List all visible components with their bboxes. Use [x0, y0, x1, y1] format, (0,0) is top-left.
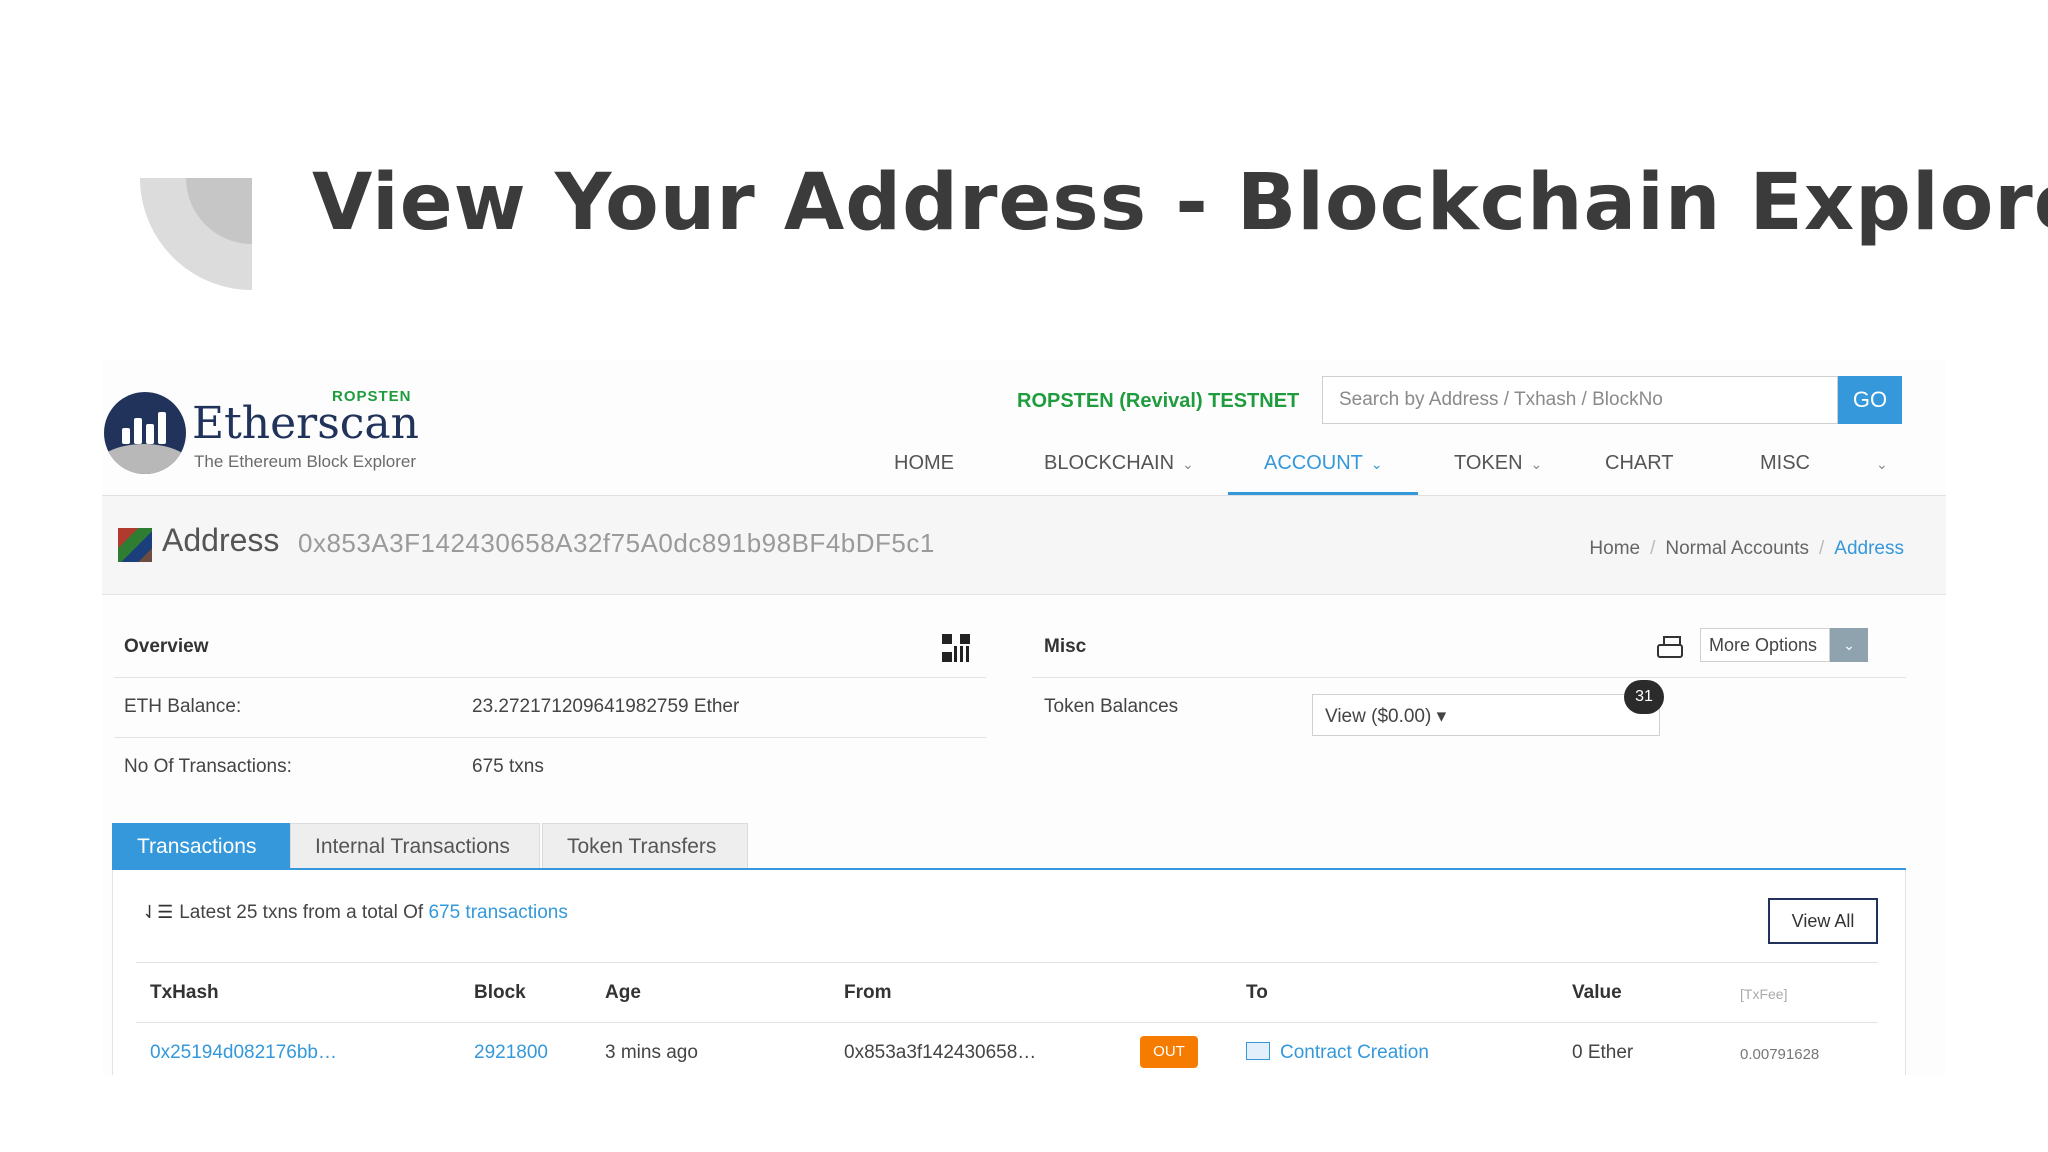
divider [136, 962, 1878, 963]
nav-blockchain-label: BLOCKCHAIN [1044, 452, 1175, 474]
chevron-down-icon: ⌄ [1370, 456, 1383, 472]
address-identicon-icon [118, 528, 152, 562]
nav-chart-label: CHART [1605, 452, 1674, 474]
divider [136, 1022, 1878, 1023]
chevron-down-icon: ⌄ [1182, 456, 1194, 472]
sort-icon: ⇃☰ [142, 902, 174, 922]
token-balance-dropdown[interactable]: View ($0.00) ▾ [1312, 694, 1660, 736]
breadcrumb: Home / Normal Accounts / Address [1589, 538, 1904, 559]
eth-balance-value: 23.272171209641982759 Ether [472, 696, 740, 717]
nav-misc[interactable]: MISC [1760, 452, 1810, 475]
token-balances-label: Token Balances [1044, 696, 1179, 717]
divider [114, 677, 986, 678]
from-address[interactable]: 0x853a3f142430658… [844, 1042, 1036, 1064]
tx-count-value: 675 txns [472, 756, 544, 777]
column-header-block: Block [474, 982, 526, 1003]
column-header-from: From [844, 982, 892, 1003]
print-icon[interactable] [1657, 636, 1683, 658]
nav-account-label: ACCOUNT [1264, 452, 1363, 474]
breadcrumb-address: Address [1834, 538, 1904, 559]
tab-internal-transactions[interactable]: Internal Transactions [290, 823, 540, 869]
nav-misc-label: MISC [1760, 452, 1810, 474]
transactions-summary: ⇃☰ Latest 25 txns from a total Of 675 tra… [142, 902, 568, 924]
slide-decoration [140, 178, 252, 290]
divider [1032, 677, 1906, 678]
tx-fee: 0.00791628 [1740, 1046, 1820, 1063]
nav-account[interactable]: ACCOUNT ⌄ [1264, 452, 1383, 475]
main-nav: HOME BLOCKCHAIN ⌄ ACCOUNT ⌄ TOKEN ⌄ CHART M… [102, 434, 1946, 494]
nav-token-label: TOKEN [1454, 452, 1523, 474]
address-header: Address 0x853A3F142430658A32f75A0dc891b9… [102, 496, 1946, 595]
nav-token[interactable]: TOKEN ⌄ [1454, 452, 1542, 475]
token-count-badge: 31 [1624, 680, 1664, 714]
overview-title: Overview [124, 636, 209, 657]
divider [114, 737, 986, 738]
view-all-button[interactable]: View All [1768, 898, 1878, 944]
column-header-value: Value [1572, 982, 1622, 1003]
chevron-down-icon[interactable]: ⌄ [1868, 452, 1888, 475]
transactions-count-link[interactable]: 675 transactions [428, 902, 567, 923]
etherscan-screenshot: ROPSTEN Etherscan The Ethereum Block Exp… [102, 360, 1946, 1075]
tx-hash-link[interactable]: 0x25194d082176bb… [150, 1042, 337, 1064]
breadcrumb-home[interactable]: Home [1589, 538, 1640, 559]
column-header-age: Age [605, 982, 641, 1003]
direction-badge: OUT [1140, 1036, 1198, 1068]
slide-title: View Your Address - Blockchain Explorer [312, 158, 2048, 248]
search-input[interactable] [1322, 376, 1838, 424]
more-options-button[interactable]: More Options [1700, 628, 1830, 662]
contract-icon [1246, 1041, 1270, 1060]
tab-token-transfers[interactable]: Token Transfers [542, 823, 748, 869]
column-header-to: To [1246, 982, 1268, 1003]
qr-code-icon[interactable] [942, 634, 970, 662]
tx-count-label: No Of Transactions: [124, 756, 292, 777]
tx-value: 0 Ether [1572, 1042, 1634, 1063]
summary-text: Latest 25 txns from a total Of [179, 902, 424, 923]
block-link[interactable]: 2921800 [474, 1042, 548, 1064]
tab-transactions[interactable]: Transactions [112, 823, 290, 869]
address-hash: 0x853A3F142430658A32f75A0dc891b98BF4bDF5… [298, 528, 935, 558]
nav-blockchain[interactable]: BLOCKCHAIN ⌄ [1044, 452, 1194, 475]
chevron-down-icon[interactable]: ⌄ [1830, 628, 1868, 662]
address-label: Address [162, 522, 280, 558]
misc-title: Misc [1044, 636, 1087, 657]
column-header-txhash: TxHash [150, 982, 219, 1003]
to-address-link[interactable]: Contract Creation [1246, 1041, 1429, 1064]
testnet-label: ROPSTEN (Revival) TESTNET [1017, 390, 1300, 412]
go-button[interactable]: GO [1838, 376, 1902, 424]
eth-balance-label: ETH Balance: [124, 696, 242, 717]
nav-chart[interactable]: CHART [1605, 452, 1674, 475]
to-label: Contract Creation [1280, 1042, 1429, 1063]
nav-home-label: HOME [894, 452, 954, 474]
nav-home[interactable]: HOME [894, 452, 954, 475]
column-header-txfee[interactable]: [TxFee] [1740, 986, 1787, 1002]
chevron-down-icon: ⌄ [1530, 456, 1543, 472]
breadcrumb-normal-accounts[interactable]: Normal Accounts [1665, 538, 1809, 559]
tx-age: 3 mins ago [605, 1042, 698, 1063]
